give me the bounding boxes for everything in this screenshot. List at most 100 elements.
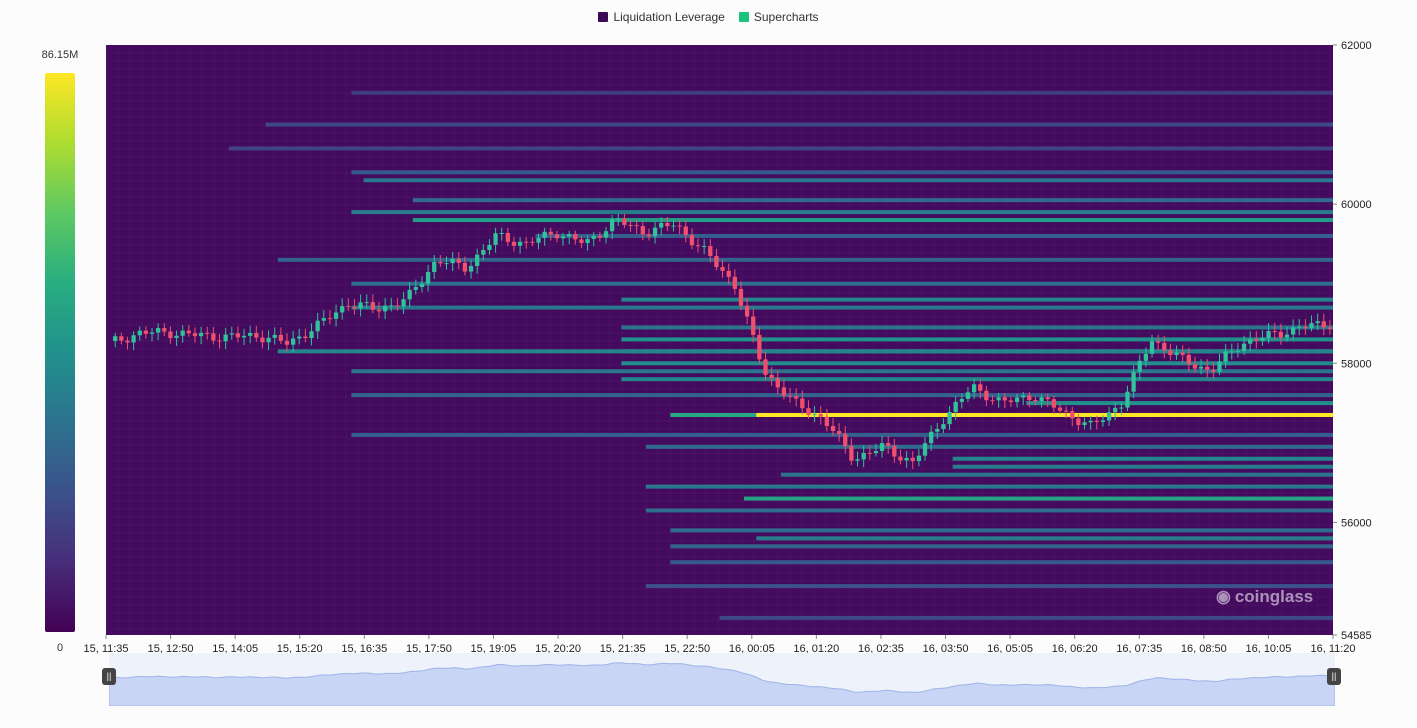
candle-body [775, 378, 780, 388]
range-navigator[interactable] [108, 653, 1336, 707]
candle-body [1082, 422, 1087, 426]
candle-body [646, 234, 652, 237]
candle-body [137, 330, 142, 336]
candle-body [180, 330, 185, 336]
candle-body [297, 336, 302, 339]
candle-body [475, 254, 480, 266]
candle-body [671, 225, 676, 227]
candle-body [162, 327, 167, 332]
candle-body [505, 232, 510, 242]
candle-body [340, 306, 345, 313]
liquidation-band [351, 305, 1333, 310]
candle-body [836, 431, 842, 434]
candle-body [1297, 326, 1302, 328]
candle-body [1266, 331, 1271, 339]
candle-body [1198, 366, 1204, 369]
liquidation-band [670, 528, 1333, 533]
candle-body [953, 401, 958, 413]
liquidation-band [645, 508, 1333, 513]
candle-body [254, 332, 259, 338]
candle-body [493, 233, 498, 245]
candle-body [922, 443, 928, 456]
liquidation-band [228, 146, 1334, 151]
candle-body [708, 246, 713, 256]
candle-body [1309, 323, 1314, 329]
candle-body [192, 333, 198, 337]
candle-body [916, 455, 922, 462]
candle-body [1125, 391, 1130, 408]
candle-body [751, 316, 756, 335]
candle-body [609, 219, 615, 232]
heatmap-chart[interactable]: 62000 60000 58000 56000 54585 15, 11:35 15, 1… [0, 0, 1417, 728]
candle-body [1272, 331, 1277, 333]
candle-body [1321, 321, 1326, 328]
candle-body [174, 335, 179, 339]
candle-body [818, 414, 823, 417]
candle-body [198, 332, 204, 337]
candle-body [1327, 327, 1333, 329]
candle-body [634, 225, 639, 227]
candle-body [444, 263, 449, 265]
candle-body [603, 231, 609, 238]
candle-body [1254, 339, 1259, 341]
candle-body [1131, 371, 1136, 392]
candle-body [929, 431, 934, 444]
liquidation-band [645, 484, 1333, 489]
candle-body [156, 327, 161, 333]
candle-body [554, 234, 560, 239]
candle-body [1217, 361, 1222, 372]
candle-body [517, 241, 523, 246]
candle-body [855, 459, 860, 461]
candle-body [886, 443, 891, 446]
candle-body [1014, 397, 1020, 403]
navigator-handle-right[interactable]: || [1327, 668, 1341, 685]
liquidation-band [719, 615, 1333, 620]
candle-body [978, 384, 983, 391]
candle-body [548, 231, 553, 235]
candle-body [941, 424, 946, 429]
candle-body [266, 337, 271, 343]
candle-body [720, 266, 725, 271]
y-tick-label: 58000 [1341, 358, 1372, 370]
liquidation-band [351, 90, 1333, 95]
candle-body [1229, 351, 1234, 353]
candle-body [652, 227, 658, 237]
candle-body [726, 270, 731, 277]
candle-body [781, 387, 787, 396]
candle-body [1211, 369, 1216, 372]
candle-body [732, 276, 737, 289]
liquidation-band [621, 361, 1333, 366]
candle-body [591, 235, 596, 239]
candle-body [376, 309, 382, 312]
liquidation-band [780, 472, 1333, 477]
candle-body [1057, 407, 1063, 411]
y-tick-label: 62000 [1341, 40, 1372, 52]
liquidation-band [351, 393, 1333, 398]
candle-body [235, 333, 241, 338]
candle-body [1235, 350, 1241, 352]
liquidation-band [277, 257, 1333, 262]
candle-body [1315, 321, 1320, 324]
candle-body [205, 332, 210, 334]
candle-body [241, 335, 247, 338]
candle-body [1248, 339, 1253, 344]
candle-body [683, 226, 688, 236]
candle-body [996, 397, 1001, 401]
candle-body [800, 398, 805, 409]
candle-body [628, 224, 633, 226]
candle-body [585, 238, 590, 244]
candle-body [677, 225, 682, 227]
candle-body [879, 443, 885, 452]
candle-body [904, 457, 909, 461]
candle-body [984, 390, 989, 401]
candle-body [1106, 412, 1112, 421]
candle-body [910, 457, 915, 462]
candle-body [211, 333, 216, 341]
navigator-handle-left[interactable]: || [102, 668, 116, 685]
candle-body [830, 426, 836, 432]
candle-body [787, 395, 793, 397]
candle-body [125, 340, 130, 343]
candle-body [542, 231, 547, 238]
candle-body [1088, 420, 1093, 423]
liquidation-band [756, 412, 1333, 417]
